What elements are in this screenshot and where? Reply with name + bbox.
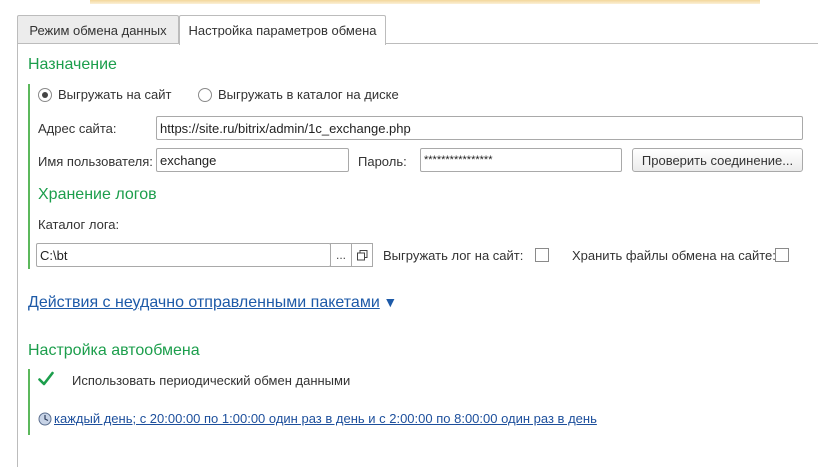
log-catalog-value: C:\bt	[40, 247, 68, 263]
use-periodic-label: Использовать периодический обмен данными	[72, 373, 351, 388]
schedule-link[interactable]: каждый день; с 20:00:00 по 1:00:00 один …	[38, 411, 597, 426]
copy-window-icon	[356, 249, 367, 260]
radio-upload-site-label: Выгружать на сайт	[58, 87, 172, 102]
auto-exchange-section-title: Настройка автообмена	[28, 342, 200, 359]
auto-exchange-accent-bar	[28, 369, 30, 435]
radio-upload-disk-label: Выгружать в каталог на диске	[218, 87, 399, 102]
log-catalog-label: Каталог лога:	[38, 217, 120, 232]
radio-upload-disk[interactable]: Выгружать в каталог на диске	[198, 87, 399, 102]
destination-section-title: Назначение	[28, 56, 117, 73]
tab-exchange-mode[interactable]: Режим обмена данных	[17, 15, 179, 44]
failed-packets-link-text: Действия с неудачно отправленными пакета…	[28, 294, 380, 311]
password-input[interactable]: ****************	[420, 148, 622, 172]
browse-label: ...	[335, 248, 346, 262]
log-catalog-input[interactable]: C:\bt	[36, 243, 331, 267]
upload-log-checkbox[interactable]	[535, 248, 549, 262]
username-value: exchange	[160, 152, 217, 168]
schedule-link-text: каждый день; с 20:00:00 по 1:00:00 один …	[54, 411, 597, 426]
chevron-down-icon: ▼	[383, 294, 398, 310]
use-periodic-checkbox[interactable]	[38, 371, 54, 386]
log-catalog-open-button[interactable]	[351, 243, 373, 267]
radio-selected-dot	[42, 91, 48, 98]
username-label: Имя пользователя:	[38, 154, 153, 169]
radio-upload-site-button[interactable]	[38, 87, 52, 102]
password-value: ****************	[424, 154, 493, 166]
log-catalog-browse-button[interactable]: ...	[330, 243, 352, 267]
site-address-value: https://site.ru/bitrix/admin/1c_exchange…	[160, 120, 411, 136]
tab-exchange-settings[interactable]: Настройка параметров обмена	[179, 15, 386, 45]
upload-log-label: Выгружать лог на сайт:	[383, 248, 524, 263]
store-files-label: Хранить файлы обмена на сайте:	[572, 248, 776, 263]
logs-section-title: Хранение логов	[38, 186, 157, 203]
checkmark-icon	[38, 371, 54, 386]
tab-exchange-mode-label: Режим обмена данных	[29, 22, 167, 38]
password-label: Пароль:	[358, 154, 407, 169]
clock-icon	[38, 412, 52, 425]
site-address-input[interactable]: https://site.ru/bitrix/admin/1c_exchange…	[156, 116, 803, 140]
destination-accent-bar	[28, 84, 30, 269]
site-address-label: Адрес сайта:	[38, 121, 117, 136]
tab-exchange-settings-label: Настройка параметров обмена	[188, 23, 377, 38]
store-files-checkbox[interactable]	[775, 248, 789, 262]
failed-packets-link[interactable]: Действия с неудачно отправленными пакета…	[28, 294, 397, 312]
username-input[interactable]: exchange	[156, 148, 349, 172]
radio-upload-disk-button[interactable]	[198, 87, 212, 102]
window-top-strip	[90, 0, 760, 4]
radio-upload-site[interactable]: Выгружать на сайт	[38, 87, 171, 102]
check-connection-button[interactable]: Проверить соединение...	[632, 148, 803, 172]
check-connection-label: Проверить соединение...	[641, 152, 794, 168]
